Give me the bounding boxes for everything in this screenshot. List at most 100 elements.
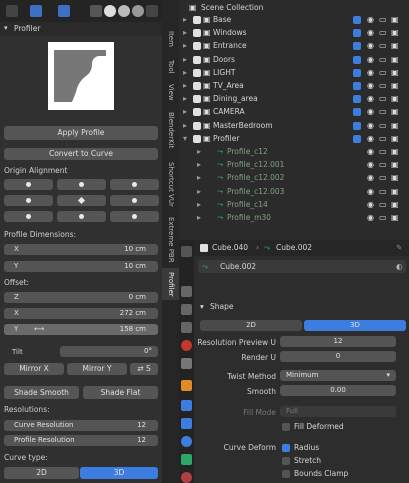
curve-type-3d-button[interactable]: 3D <box>80 467 158 479</box>
visibility-checkbox[interactable] <box>353 42 361 51</box>
convert-to-curve-button[interactable]: Convert to Curve <box>4 148 158 160</box>
camera-icon[interactable]: ▣ <box>391 212 399 224</box>
profiler-panel-header[interactable]: ▾ Profiler <box>0 22 162 36</box>
visibility-checkbox[interactable] <box>353 68 361 77</box>
camera-icon[interactable]: ▣ <box>391 172 399 184</box>
viewport-icon[interactable]: ▭ <box>379 80 387 92</box>
eye-icon[interactable]: ◉ <box>367 120 374 132</box>
wireframe-shading-icon[interactable] <box>90 5 102 17</box>
offset-x-field[interactable]: X 272 cm <box>4 308 158 319</box>
tab-tool[interactable]: Tool <box>162 56 179 78</box>
outliner-collection-row[interactable]: ▸ ▣ Entrance ◉ ▭ ▣ <box>179 40 409 52</box>
viewport-icon[interactable]: ▭ <box>379 146 387 158</box>
camera-icon[interactable]: ▣ <box>391 159 399 171</box>
tab-blenderkit[interactable]: BlenderKit <box>162 106 179 154</box>
align-top-left-button[interactable] <box>4 179 53 190</box>
expand-arrow-icon[interactable]: ▾ <box>183 133 187 145</box>
camera-icon[interactable]: ▣ <box>391 27 399 39</box>
profile-resolution-field[interactable]: Profile Resolution 12 <box>4 435 158 446</box>
world-tab-icon[interactable] <box>181 358 192 369</box>
viewport-icon[interactable]: ▭ <box>379 67 387 79</box>
tab-item[interactable]: Item <box>162 24 179 54</box>
shade-flat-button[interactable]: Shade Flat <box>83 386 158 399</box>
camera-icon[interactable]: ▣ <box>391 67 399 79</box>
visibility-checkbox[interactable] <box>353 29 361 38</box>
viewport-icon[interactable]: ▭ <box>379 54 387 66</box>
eye-icon[interactable]: ◉ <box>367 172 374 184</box>
camera-icon[interactable]: ▣ <box>391 80 399 92</box>
viewport-icon[interactable]: ▭ <box>379 93 387 105</box>
material-shading-icon[interactable] <box>118 5 130 17</box>
mirror-y-button[interactable]: Mirror Y <box>67 363 127 375</box>
visibility-checkbox[interactable] <box>353 95 361 104</box>
twist-method-dropdown[interactable]: Minimum ▾ <box>280 370 396 381</box>
dimension-y-field[interactable]: Y 10 cm <box>4 261 158 272</box>
camera-icon[interactable]: ▣ <box>391 106 399 118</box>
exclude-checkbox[interactable] <box>193 134 201 143</box>
exclude-checkbox[interactable] <box>193 55 201 64</box>
shape-header[interactable]: Shape <box>210 302 234 311</box>
eye-icon[interactable]: ◉ <box>367 199 374 211</box>
object-tab-icon[interactable] <box>181 380 192 391</box>
outliner-root-row[interactable]: ▣ Scene Collection <box>179 2 409 14</box>
expand-arrow-icon[interactable]: ▸ <box>183 106 187 118</box>
shield-icon[interactable]: ◐ <box>396 262 403 271</box>
align-center-button[interactable] <box>57 195 106 206</box>
tab-profiler[interactable]: Profiler <box>162 268 179 300</box>
swap-button[interactable]: ⇄ S <box>130 363 158 375</box>
curve-type-2d-button[interactable]: 2D <box>4 467 79 479</box>
modifier-tab-icon[interactable] <box>181 400 192 411</box>
camera-icon[interactable]: ▣ <box>391 146 399 158</box>
expand-arrow-icon[interactable]: ▸ <box>183 40 187 52</box>
camera-icon[interactable]: ▣ <box>391 54 399 66</box>
outliner-object-row[interactable]: ▸ ⤳ Profile_c12.001 ◉ ▭ ▣ <box>179 159 409 171</box>
outliner-collection-row[interactable]: ▸ ▣ Windows ◉ ▭ ▣ <box>179 27 409 39</box>
align-top-right-button[interactable] <box>110 179 159 190</box>
tool-tab-icon[interactable] <box>181 246 192 257</box>
visibility-checkbox[interactable] <box>353 134 361 143</box>
viewport-icon[interactable]: ▭ <box>379 159 387 171</box>
outliner-object-row[interactable]: ▸ ⤳ Profile_c12.003 ◉ ▭ ▣ <box>179 186 409 198</box>
snap-icon[interactable] <box>58 5 70 17</box>
eye-icon[interactable]: ◉ <box>367 106 374 118</box>
smooth-field[interactable]: 0.00 <box>280 385 396 396</box>
viewport-icon[interactable]: ▭ <box>379 199 387 211</box>
rendered-shading-icon[interactable] <box>132 5 144 17</box>
expand-arrow-icon[interactable]: ▸ <box>197 159 201 171</box>
viewport-icon[interactable]: ▭ <box>379 133 387 145</box>
expand-arrow-icon[interactable]: ▸ <box>183 54 187 66</box>
radius-checkbox[interactable] <box>282 444 290 452</box>
physics-tab-icon[interactable] <box>181 436 192 447</box>
expand-arrow-icon[interactable]: ▸ <box>197 186 201 198</box>
fill-mode-dropdown[interactable]: Full <box>280 406 396 417</box>
shape-3d-button[interactable]: 3D <box>304 320 406 331</box>
view-layer-tab-icon[interactable] <box>181 322 192 333</box>
visibility-checkbox[interactable] <box>353 82 361 90</box>
output-tab-icon[interactable] <box>181 304 192 315</box>
eye-icon[interactable]: ◉ <box>367 146 374 158</box>
outliner-collection-row[interactable]: ▸ ▣ MasterBedroom ◉ ▭ ▣ <box>179 120 409 132</box>
outliner-object-row[interactable]: ▸ ⤳ Profile_c12.002 ◉ ▭ ▣ <box>179 172 409 184</box>
select-tool-icon[interactable] <box>6 5 18 17</box>
exclude-checkbox[interactable] <box>193 108 201 117</box>
render-u-field[interactable]: 0 <box>280 351 396 362</box>
camera-icon[interactable]: ▣ <box>391 14 399 26</box>
outliner-object-row[interactable]: ▸ ⤳ Profile_m30 ◉ ▭ ▣ <box>179 212 409 224</box>
camera-icon[interactable]: ▣ <box>391 186 399 198</box>
offset-z-field[interactable]: Z 0 cm <box>4 292 158 303</box>
transform-orientation-icon[interactable] <box>30 5 42 17</box>
shape-2d-button[interactable]: 2D <box>200 320 302 331</box>
mirror-x-button[interactable]: Mirror X <box>4 363 64 375</box>
bounds-clamp-checkbox[interactable] <box>282 470 290 478</box>
exclude-checkbox[interactable] <box>193 68 201 77</box>
outliner-collection-row[interactable]: ▸ ▣ Dining_area ◉ ▭ ▣ <box>179 93 409 105</box>
viewport-icon[interactable]: ▭ <box>379 106 387 118</box>
solid-shading-icon[interactable] <box>104 5 116 17</box>
render-tab-icon[interactable] <box>181 286 192 297</box>
eye-icon[interactable]: ◉ <box>367 80 374 92</box>
expand-arrow-icon[interactable]: ▸ <box>183 93 187 105</box>
viewport-icon[interactable]: ▭ <box>379 172 387 184</box>
eye-icon[interactable]: ◉ <box>367 93 374 105</box>
datablock-selector[interactable]: ⤳ Cube.002 ◐ <box>198 260 406 273</box>
camera-icon[interactable]: ▣ <box>391 93 399 105</box>
